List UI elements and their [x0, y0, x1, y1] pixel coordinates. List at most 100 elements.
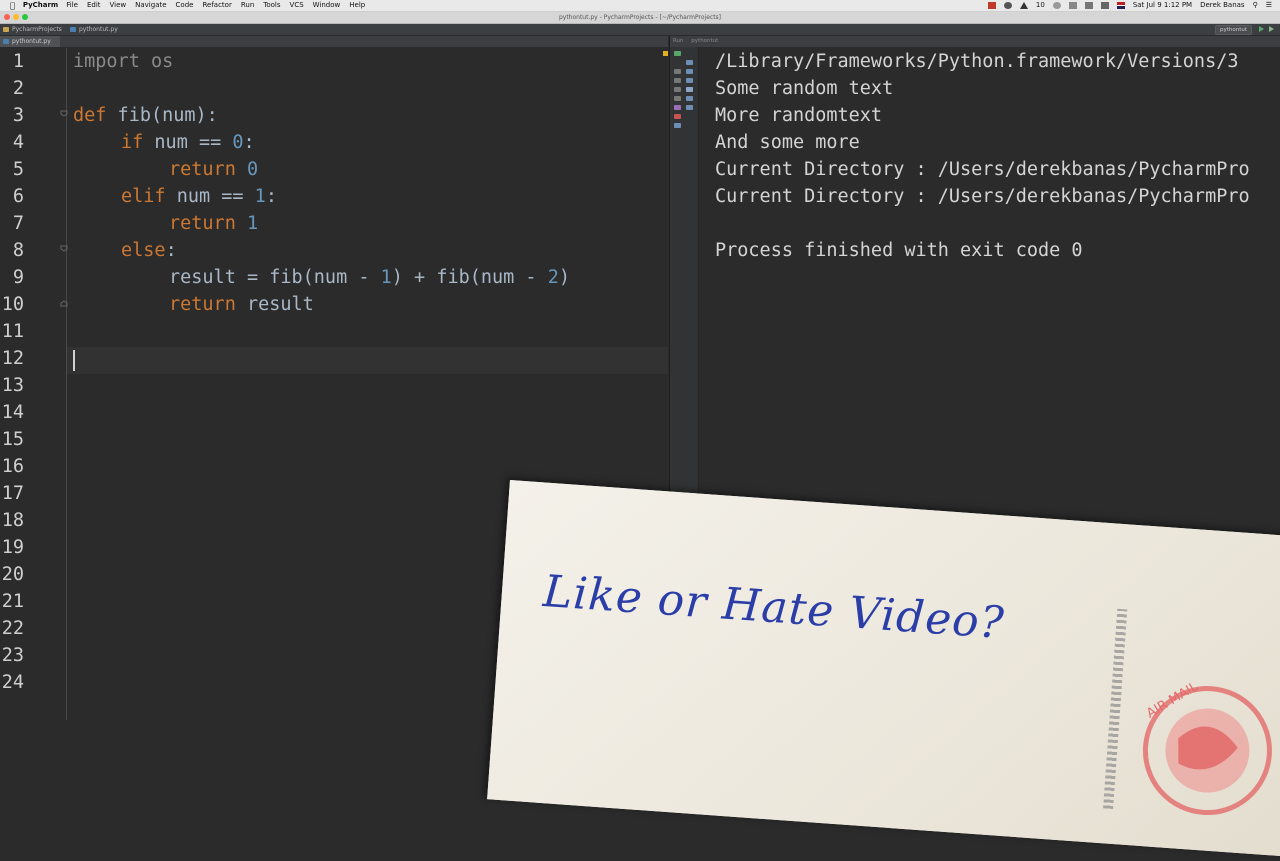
- return-keyword: return: [169, 213, 236, 234]
- return-value: result: [235, 294, 314, 315]
- spotlight-icon[interactable]: ⚲: [1253, 0, 1258, 11]
- console-output[interactable]: /Library/Frameworks/Python.framework/Ver…: [715, 48, 1250, 264]
- soft-wrap-icon[interactable]: [686, 78, 693, 83]
- colon: :: [265, 186, 277, 207]
- menu-vcs[interactable]: VCS: [290, 0, 304, 11]
- warning-marker-icon[interactable]: [663, 51, 668, 56]
- menu-view[interactable]: View: [110, 0, 127, 11]
- breadcrumb-project-label: PycharmProjects: [12, 26, 62, 33]
- macos-menubar:  PyCharm File Edit View Navigate Code R…: [0, 0, 1280, 12]
- text-caret: [73, 350, 75, 371]
- current-line-highlight: [67, 347, 668, 374]
- code-line-1: import os: [73, 51, 173, 72]
- drive-icon[interactable]: [1019, 2, 1028, 9]
- fold-marker-icon[interactable]: [60, 110, 68, 117]
- line-number: 5: [12, 159, 24, 180]
- scroll-up-icon[interactable]: [686, 60, 693, 65]
- pause-icon[interactable]: [674, 78, 681, 83]
- import-keyword: import: [73, 51, 140, 72]
- return-keyword: return: [169, 294, 236, 315]
- postcard-overlay: AIR MAIL: [487, 480, 1280, 861]
- breadcrumb-project[interactable]: PycharmProjects: [3, 24, 62, 35]
- stop-icon[interactable]: [674, 69, 681, 74]
- settings-icon[interactable]: [674, 96, 681, 101]
- menu-run[interactable]: Run: [241, 0, 254, 11]
- line-number: 14: [1, 402, 24, 423]
- condition: num ==: [165, 186, 255, 207]
- clock[interactable]: Sat Jul 9 1:12 PM: [1133, 0, 1192, 11]
- debug-icon[interactable]: [1269, 26, 1274, 32]
- user-name[interactable]: Derek Banas: [1200, 0, 1244, 11]
- scroll-to-end-icon[interactable]: [686, 87, 693, 92]
- dump-threads-icon[interactable]: [674, 87, 681, 92]
- line-number: 3: [12, 105, 24, 126]
- editor-tab-bar: pythontut.py: [0, 36, 668, 48]
- python-file-icon: [3, 39, 9, 44]
- sync-icon[interactable]: [1052, 2, 1061, 9]
- volume-icon[interactable]: [1100, 2, 1109, 9]
- fold-end-marker-icon[interactable]: [60, 300, 68, 307]
- def-keyword: def: [73, 105, 107, 126]
- code-line-10: return result: [169, 294, 314, 315]
- else-keyword: else: [121, 240, 166, 261]
- run-configuration-select[interactable]: pythontut: [1214, 25, 1252, 35]
- menu-navigate[interactable]: Navigate: [135, 0, 166, 11]
- code-line-7: return 1: [169, 213, 258, 234]
- console-line: More randomtext: [715, 105, 883, 126]
- folder-icon: [3, 27, 9, 32]
- line-number: 12: [1, 348, 24, 369]
- record-icon[interactable]: [987, 2, 996, 9]
- print-icon[interactable]: [686, 96, 693, 101]
- notification-count[interactable]: 10: [1036, 0, 1045, 11]
- menu-code[interactable]: Code: [176, 0, 194, 11]
- menu-help[interactable]: Help: [349, 0, 365, 11]
- return-keyword: return: [169, 159, 236, 180]
- fold-marker-icon[interactable]: [60, 245, 68, 252]
- apple-icon[interactable]: : [10, 0, 15, 11]
- expression: ) + fib(num -: [391, 267, 548, 288]
- menu-tools[interactable]: Tools: [263, 0, 280, 11]
- run-panel-title: Run: [673, 38, 684, 44]
- menu-window[interactable]: Window: [313, 0, 341, 11]
- menu-refactor[interactable]: Refactor: [202, 0, 231, 11]
- line-number: 8: [12, 240, 24, 261]
- notification-center-icon[interactable]: ☰: [1266, 0, 1272, 11]
- gutter-divider: [66, 48, 67, 720]
- wifi-icon[interactable]: [1084, 2, 1093, 9]
- line-number: 21: [1, 591, 24, 612]
- bluetooth-icon[interactable]: [1068, 2, 1077, 9]
- dropbox-icon[interactable]: [1003, 2, 1012, 9]
- code-line-5: return 0: [169, 159, 258, 180]
- line-number: 1: [12, 51, 24, 72]
- run-config-tab[interactable]: pythontut: [691, 38, 718, 44]
- breadcrumb-file[interactable]: pythontut.py: [70, 24, 118, 35]
- line-number: 17: [1, 483, 24, 504]
- menubar-status-area: 10 Sat Jul 9 1:12 PM Derek Banas ⚲ ☰: [987, 0, 1272, 11]
- app-menu[interactable]: PyCharm: [23, 0, 58, 11]
- tab-label: pythontut.py: [12, 38, 51, 45]
- rerun-icon[interactable]: [674, 51, 681, 56]
- close-icon[interactable]: [674, 114, 681, 119]
- expression: result = fib(num -: [169, 267, 381, 288]
- breadcrumb-file-label: pythontut.py: [79, 26, 118, 33]
- line-number: 22: [1, 618, 24, 639]
- run-icon[interactable]: [1259, 26, 1264, 32]
- console-line: And some more: [715, 132, 860, 153]
- help-icon[interactable]: [674, 123, 681, 128]
- condition: num ==: [143, 132, 233, 153]
- tab-pythontut[interactable]: pythontut.py: [0, 36, 60, 47]
- python-file-icon: [70, 27, 76, 32]
- line-number: 6: [12, 186, 24, 207]
- menu-file[interactable]: File: [66, 0, 78, 11]
- line-number: 9: [12, 267, 24, 288]
- clear-icon[interactable]: [686, 105, 693, 110]
- line-number: 2: [12, 78, 24, 99]
- colon: :: [165, 240, 177, 261]
- code-line-4: if num == 0:: [121, 132, 255, 153]
- scroll-down-icon[interactable]: [686, 69, 693, 74]
- line-number: 16: [1, 456, 24, 477]
- menu-edit[interactable]: Edit: [87, 0, 101, 11]
- pin-icon[interactable]: [674, 105, 681, 110]
- flag-icon[interactable]: [1116, 2, 1125, 9]
- navigation-bar: PycharmProjects pythontut.py pythontut: [0, 24, 1280, 36]
